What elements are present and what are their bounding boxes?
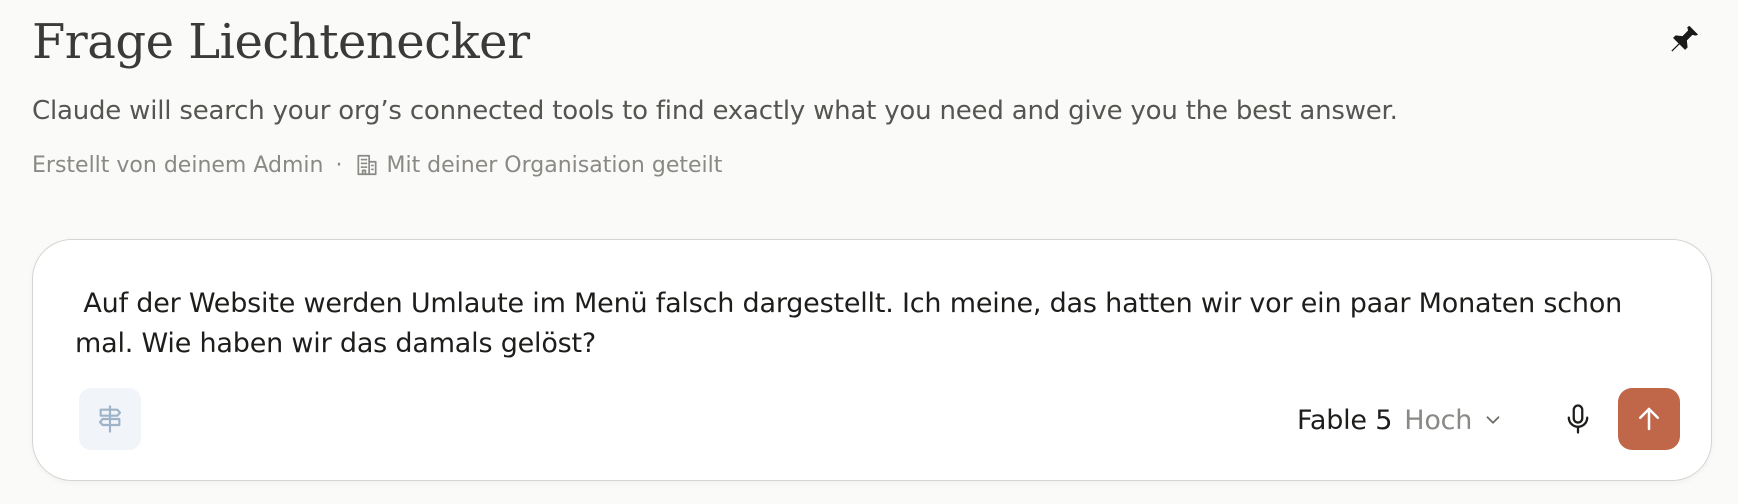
model-selector[interactable]: Fable 5 Hoch [1297, 398, 1504, 442]
tools-button[interactable] [79, 388, 141, 450]
send-button[interactable] [1618, 388, 1680, 450]
project-meta: Erstellt von deinem Admin · Mit deiner O… [32, 152, 722, 178]
message-input[interactable]: Auf der Website werden Umlaute im Menü f… [75, 284, 1635, 364]
project-page: Frage Liechtenecker Claude will search y… [0, 0, 1738, 504]
created-by-label: Erstellt von deinem Admin [32, 152, 324, 178]
page-subtitle: Claude will search your org’s connected … [32, 96, 1398, 126]
building-icon [354, 152, 380, 178]
page-title: Frage Liechtenecker [32, 14, 530, 70]
voice-input-button[interactable] [1553, 394, 1603, 444]
pin-icon[interactable] [1666, 22, 1702, 58]
signpost-icon [94, 403, 126, 435]
model-name: Fable 5 [1297, 404, 1393, 436]
meta-separator: · [335, 152, 343, 178]
microphone-icon [1561, 402, 1595, 436]
shared-with-label: Mit deiner Organisation geteilt [386, 152, 723, 178]
message-composer: Auf der Website werden Umlaute im Menü f… [32, 239, 1712, 481]
model-effort: Hoch [1404, 404, 1473, 436]
arrow-up-icon [1634, 404, 1664, 434]
chevron-down-icon [1482, 409, 1504, 431]
